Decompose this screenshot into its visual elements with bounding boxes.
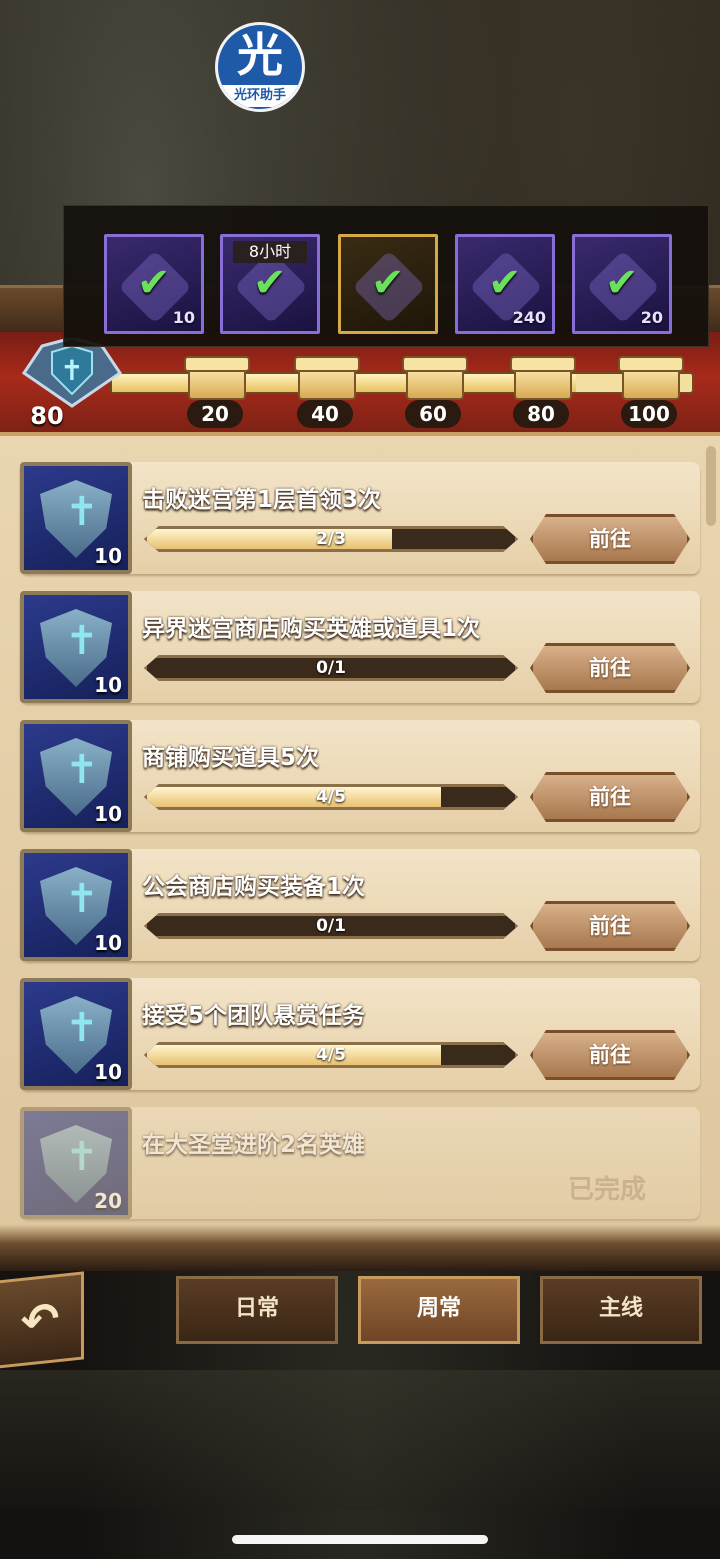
task-reward-icon: ✝ 10 <box>20 978 132 1090</box>
task-progress-bar: 4/5 <box>144 784 518 810</box>
reward-item[interactable]: ✔ 240 <box>455 234 555 334</box>
task-points: 10 <box>94 802 122 826</box>
task-row: ✝ 10 接受5个团队悬赏任务 4/5 前往 <box>20 978 700 1090</box>
points-badge: ✝ 80 <box>21 336 132 430</box>
task-progress-text: 4/5 <box>316 787 346 807</box>
watermark-logo: 光 光环助手 <box>215 22 305 112</box>
task-row: ✝ 10 击败迷宫第1层首领3次 2/3 前往 <box>20 462 700 574</box>
task-reward-icon: ✝ 10 <box>20 849 132 961</box>
completed-label: 已完成 <box>568 1175 647 1205</box>
task-points: 10 <box>94 931 122 955</box>
cross-icon: ✝ <box>65 618 99 664</box>
task-row: ✝ 20 在大圣堂进阶2名英雄已完成 <box>20 1107 700 1219</box>
check-icon: ✔ <box>137 260 171 306</box>
cross-icon: ✝ <box>65 1134 99 1180</box>
task-reward-icon: ✝ 10 <box>20 591 132 703</box>
check-icon: ✔ <box>253 260 287 306</box>
cross-icon: ✝ <box>65 489 99 535</box>
task-reward-icon: ✝ 10 <box>20 462 132 574</box>
check-icon: ✔ <box>605 260 639 306</box>
check-icon: ✔ <box>371 260 405 306</box>
reward-preview-popup: ✔ 10 8小时 ✔ ✔ ✔ 240 ✔ 20 <box>63 205 709 347</box>
back-button[interactable]: ↶ <box>0 1271 84 1369</box>
task-row: ✝ 10 异界迷宫商店购买英雄或道具1次 0/1 前往 <box>20 591 700 703</box>
task-points: 10 <box>94 1060 122 1084</box>
milestone-label: 40 <box>297 400 353 428</box>
chest-lid <box>618 356 684 372</box>
go-button[interactable]: 前往 <box>530 514 690 564</box>
reward-item[interactable]: 8小时 ✔ <box>220 234 320 334</box>
milestone-chest-icon[interactable] <box>290 354 360 400</box>
chest-lid <box>402 356 468 372</box>
go-button[interactable]: 前往 <box>530 1030 690 1080</box>
task-points: 10 <box>94 544 122 568</box>
reward-qty: 240 <box>512 308 546 327</box>
reward-item[interactable]: ✔ 10 <box>104 234 204 334</box>
back-arrow-icon: ↶ <box>20 1290 60 1350</box>
task-progress-bar: 4/5 <box>144 1042 518 1068</box>
shield-badge-icon: ✝ <box>21 336 123 408</box>
task-points: 20 <box>94 1189 122 1213</box>
milestone-label: 60 <box>405 400 461 428</box>
task-progress-bar: 0/1 <box>144 655 518 681</box>
watermark-char: 光 <box>237 28 283 82</box>
reward-qty: 10 <box>172 308 195 327</box>
milestone-chest-icon[interactable] <box>398 354 468 400</box>
milestone-label: 20 <box>187 400 243 428</box>
task-title: 公会商店购买装备1次 <box>142 874 366 900</box>
tab-2[interactable]: 主线 <box>540 1276 702 1344</box>
milestone-label: 100 <box>621 400 677 428</box>
task-row: ✝ 10 商铺购买道具5次 4/5 前往 <box>20 720 700 832</box>
task-row: ✝ 10 公会商店购买装备1次 0/1 前往 <box>20 849 700 961</box>
task-progress-text: 0/1 <box>316 658 346 678</box>
task-list-scrollbar[interactable] <box>706 446 716 526</box>
task-title: 击败迷宫第1层首领3次 <box>142 487 382 513</box>
check-icon: ✔ <box>488 260 522 306</box>
home-indicator[interactable] <box>232 1535 488 1544</box>
chest-lid <box>184 356 250 372</box>
task-progress-text: 0/1 <box>316 916 346 936</box>
cross-icon: ✝ <box>65 876 99 922</box>
task-progress-text: 2/3 <box>316 529 346 549</box>
task-title: 在大圣堂进阶2名英雄 <box>142 1132 366 1158</box>
cross-icon: ✝ <box>65 747 99 793</box>
go-button[interactable]: 前往 <box>530 643 690 693</box>
current-points: 80 <box>30 402 64 430</box>
chest-lid <box>294 356 360 372</box>
go-button[interactable]: 前往 <box>530 772 690 822</box>
panel-bottom-frame <box>0 1225 720 1271</box>
go-button[interactable]: 前往 <box>530 901 690 951</box>
task-points: 10 <box>94 673 122 697</box>
task-title: 异界迷宫商店购买英雄或道具1次 <box>142 616 481 642</box>
reward-qty: 20 <box>640 308 663 327</box>
task-title: 接受5个团队悬赏任务 <box>142 1003 366 1029</box>
cross-icon: ✝ <box>65 1005 99 1051</box>
milestone-chest-icon[interactable] <box>180 354 250 400</box>
milestone-chest-icon[interactable] <box>614 354 684 400</box>
milestone-label: 80 <box>513 400 569 428</box>
task-progress-bar: 2/3 <box>144 526 518 552</box>
tab-1[interactable]: 周常 <box>358 1276 520 1344</box>
tab-0[interactable]: 日常 <box>176 1276 338 1344</box>
svg-text:✝: ✝ <box>60 354 83 387</box>
task-progress-text: 4/5 <box>316 1045 346 1065</box>
task-reward-icon: ✝ 10 <box>20 720 132 832</box>
chest-lid <box>510 356 576 372</box>
task-reward-icon: ✝ 20 <box>20 1107 132 1219</box>
task-progress-bar: 0/1 <box>144 913 518 939</box>
milestone-chest-icon[interactable] <box>506 354 576 400</box>
reward-item[interactable]: ✔ 20 <box>572 234 672 334</box>
task-title: 商铺购买道具5次 <box>142 745 320 771</box>
watermark-text: 光环助手 <box>218 85 302 107</box>
reward-item[interactable]: ✔ <box>338 234 438 334</box>
